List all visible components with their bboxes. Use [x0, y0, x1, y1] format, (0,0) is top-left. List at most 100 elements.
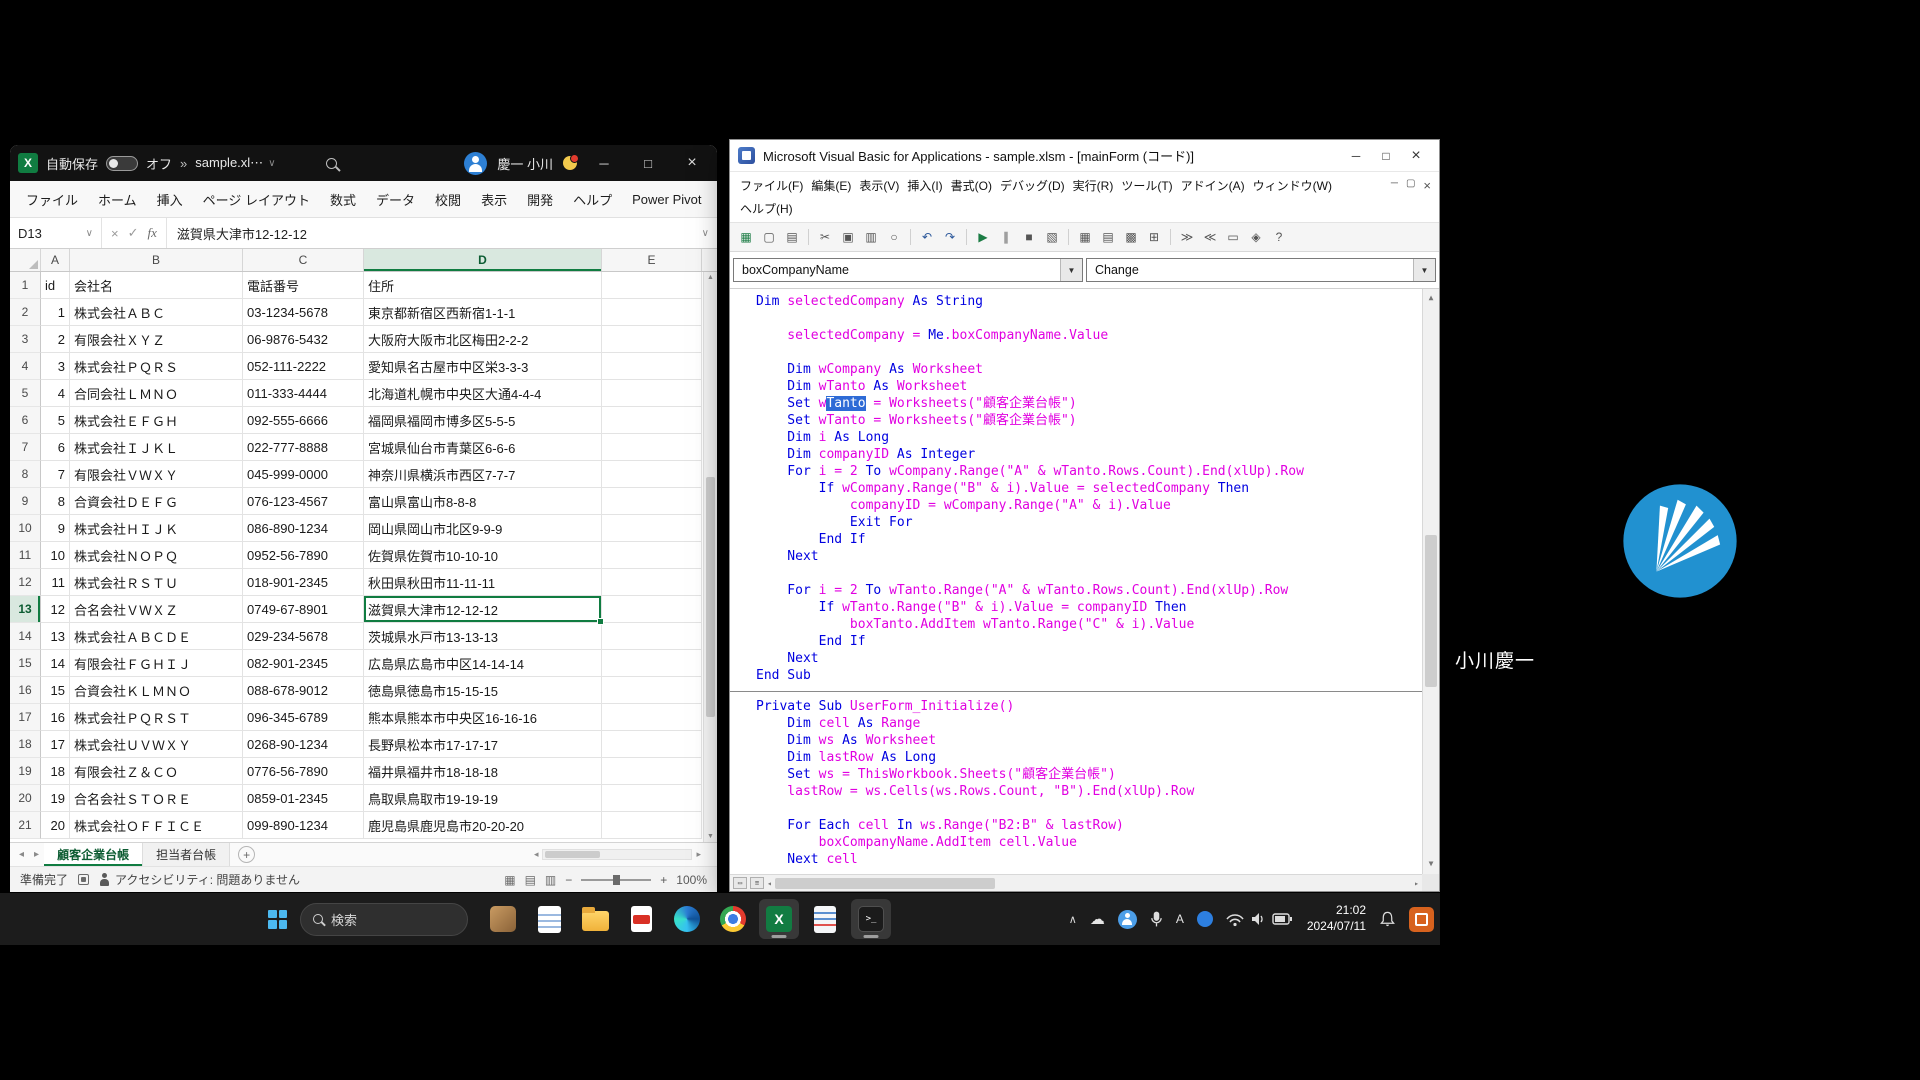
close-button[interactable] — [1401, 143, 1431, 169]
cell[interactable]: 03-1234-5678 — [243, 299, 364, 326]
properties-window-icon[interactable]: ▤ — [1098, 227, 1118, 247]
child-minimize-button[interactable] — [1391, 178, 1398, 193]
ribbon-tab-挿入[interactable]: 挿入 — [147, 184, 193, 215]
cell[interactable]: 029-234-5678 — [243, 623, 364, 650]
cell[interactable] — [602, 461, 702, 488]
cell[interactable] — [602, 299, 702, 326]
clock[interactable]: 21:02 2024/07/11 — [1307, 903, 1366, 934]
row-header-10[interactable]: 10 — [10, 515, 41, 542]
cell[interactable]: 熊本県熊本市中央区16-16-16 — [364, 704, 602, 731]
excel-app-icon[interactable] — [18, 153, 38, 173]
comment-block-icon[interactable]: ▭ — [1223, 227, 1243, 247]
cell[interactable] — [602, 650, 702, 677]
cell[interactable]: 018-901-2345 — [243, 569, 364, 596]
cell[interactable]: 愛知県名古屋市中区栄3-3-3 — [364, 353, 602, 380]
hscroll-left-icon[interactable]: ◂ — [767, 875, 772, 892]
cell[interactable]: 宮城県仙台市青葉区6-6-6 — [364, 434, 602, 461]
quick-access-overflow[interactable]: » — [180, 156, 187, 171]
formula-bar-expand-icon[interactable]: ∨ — [694, 228, 717, 239]
cell[interactable] — [602, 758, 702, 785]
outdent-icon[interactable]: ≪ — [1200, 227, 1220, 247]
help-icon[interactable]: ? — [1269, 227, 1289, 247]
cell[interactable]: 富山県富山市8-8-8 — [364, 488, 602, 515]
cell[interactable]: 株式会社ＮＯＰＱ — [70, 542, 243, 569]
whats-new-bulb-icon[interactable] — [563, 156, 577, 170]
workbook-title[interactable]: sample.xl⋯ ∨ — [195, 155, 275, 171]
col-header-B[interactable]: B — [70, 249, 243, 271]
copy-icon[interactable]: ▣ — [838, 227, 858, 247]
cell[interactable]: 11 — [41, 569, 70, 596]
menu-ヘルプ(H)[interactable]: ヘルプ(H) — [736, 197, 797, 220]
scrollbar-thumb[interactable] — [1425, 535, 1437, 687]
cell[interactable]: 東京都新宿区西新宿1-1-1 — [364, 299, 602, 326]
microphone-icon[interactable] — [1150, 910, 1163, 928]
cell[interactable] — [602, 542, 702, 569]
notification-bell-icon[interactable] — [1379, 910, 1396, 928]
cell[interactable]: 電話番号 — [243, 272, 364, 299]
code-horizontal-scrollbar[interactable]: ▭ ≡ ◂ ▸ — [730, 874, 1422, 891]
cell[interactable] — [602, 380, 702, 407]
cell[interactable]: 17 — [41, 731, 70, 758]
paste-icon[interactable]: ▥ — [861, 227, 881, 247]
cell[interactable]: 088-678-9012 — [243, 677, 364, 704]
minimize-button[interactable] — [587, 145, 621, 181]
insert-userform-icon[interactable]: ▢ — [759, 227, 779, 247]
page-break-view-icon[interactable]: ▥ — [545, 873, 556, 887]
cell[interactable]: 有限会社ＶＷＸＹ — [70, 461, 243, 488]
hscroll-thumb[interactable] — [545, 851, 600, 858]
row-header-18[interactable]: 18 — [10, 731, 41, 758]
cell[interactable]: 052-111-2222 — [243, 353, 364, 380]
scrollbar-thumb[interactable] — [706, 477, 715, 716]
break-icon[interactable]: ∥ — [996, 227, 1016, 247]
cell[interactable]: 1 — [41, 299, 70, 326]
taskbar-search[interactable]: 検索 — [300, 903, 468, 936]
menu-編集(E)[interactable]: 編集(E) — [807, 174, 855, 197]
restore-button[interactable] — [631, 145, 665, 181]
procedure-view-button[interactable]: ▭ — [733, 877, 747, 889]
cell[interactable]: 0776-56-7890 — [243, 758, 364, 785]
sheet-tab-担当者台帳[interactable]: 担当者台帳 — [143, 843, 230, 866]
tray-blue-icon[interactable] — [1197, 911, 1213, 927]
cell[interactable]: 15 — [41, 677, 70, 704]
formula-input[interactable]: 滋賀県大津市12-12-12 — [167, 224, 694, 243]
hscroll-right-icon[interactable]: ▸ — [696, 849, 701, 860]
run-icon[interactable]: ▶ — [973, 227, 993, 247]
ribbon-tab-数式[interactable]: 数式 — [320, 184, 366, 215]
cell[interactable] — [602, 488, 702, 515]
edge-icon[interactable] — [667, 899, 707, 939]
row-header-15[interactable]: 15 — [10, 650, 41, 677]
cell[interactable]: 合名会社ＶＷＸＺ — [70, 596, 243, 623]
pdf-icon[interactable] — [621, 899, 661, 939]
ribbon-tab-ページ レイアウト[interactable]: ページ レイアウト — [193, 184, 320, 215]
row-header-19[interactable]: 19 — [10, 758, 41, 785]
cell[interactable]: 広島県広島市中区14-14-14 — [364, 650, 602, 677]
cell[interactable]: 徳島県徳島市15-15-15 — [364, 677, 602, 704]
cell[interactable]: 合同会社ＬＭＮＯ — [70, 380, 243, 407]
cell[interactable]: 株式会社ＡＢＣＤＥ — [70, 623, 243, 650]
cell[interactable]: 086-890-1234 — [243, 515, 364, 542]
hscroll-thumb[interactable] — [775, 878, 995, 889]
ribbon-tab-表示[interactable]: 表示 — [471, 184, 517, 215]
terminal-icon[interactable] — [851, 899, 891, 939]
ribbon-tab-校閲[interactable]: 校閲 — [425, 184, 471, 215]
project-explorer-icon[interactable]: ▦ — [1075, 227, 1095, 247]
cell[interactable] — [602, 353, 702, 380]
cell[interactable]: 合名会社ＳＴＯＲＥ — [70, 785, 243, 812]
ribbon-tab-ファイル[interactable]: ファイル — [16, 184, 88, 215]
row-header-21[interactable]: 21 — [10, 812, 41, 839]
row-header-6[interactable]: 6 — [10, 407, 41, 434]
bookmark-icon[interactable]: ◈ — [1246, 227, 1266, 247]
notepad-icon[interactable] — [805, 899, 845, 939]
menu-ウィンドウ(W)[interactable]: ウィンドウ(W) — [1249, 174, 1336, 197]
zoom-slider[interactable] — [613, 875, 620, 885]
cell[interactable]: 045-999-0000 — [243, 461, 364, 488]
cell[interactable] — [602, 623, 702, 650]
chevron-down-icon[interactable]: ▼ — [1060, 259, 1082, 281]
ribbon-tab-Power Pivot[interactable]: Power Pivot — [622, 186, 711, 213]
cell[interactable]: 福井県福井市18-18-18 — [364, 758, 602, 785]
close-button[interactable] — [675, 145, 709, 181]
row-header-5[interactable]: 5 — [10, 380, 41, 407]
cell[interactable]: 株式会社ＡＢＣ — [70, 299, 243, 326]
cell[interactable] — [602, 515, 702, 542]
zoom-in-button[interactable]: + — [660, 873, 667, 887]
